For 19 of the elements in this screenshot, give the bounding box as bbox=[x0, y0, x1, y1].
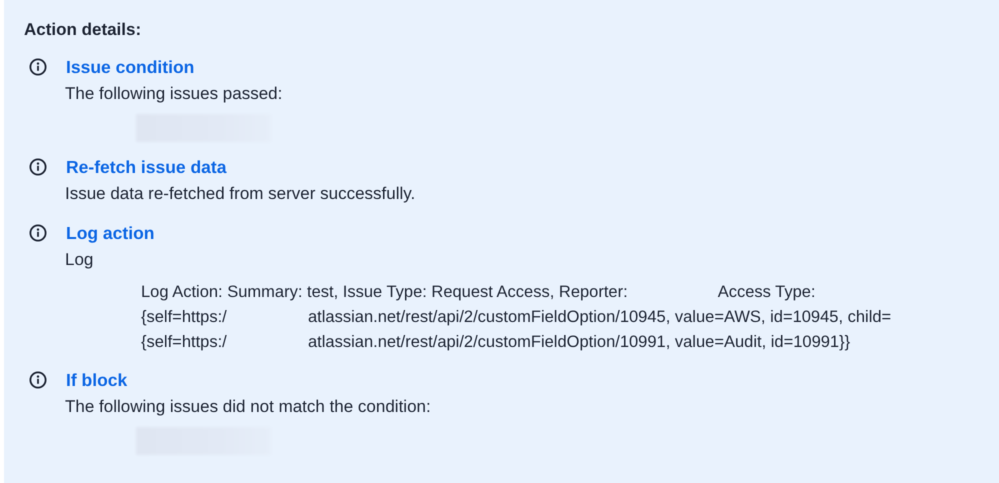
log-text: Access Type: bbox=[718, 282, 816, 303]
info-icon bbox=[29, 158, 47, 176]
action-message: The following issues passed: bbox=[64, 83, 284, 105]
action-message: Issue data re-fetched from server successfully. bbox=[64, 183, 416, 205]
info-icon bbox=[29, 224, 47, 242]
action-title-link[interactable]: Issue condition bbox=[66, 56, 194, 78]
action-title-link[interactable]: Log action bbox=[66, 222, 154, 244]
section-heading: Action details: bbox=[24, 19, 142, 41]
log-text: {self=https:/ bbox=[141, 307, 228, 328]
log-text: atlassian.net/rest/api/2/customFieldOption/10991, value=Audit, id=10991}} bbox=[308, 332, 850, 353]
action-title-link[interactable]: If block bbox=[66, 370, 128, 390]
info-icon bbox=[29, 371, 47, 389]
log-text: atlassian.net/rest/api/2/customFieldOption/10945, value=AWS, id=10945, child= bbox=[308, 307, 892, 328]
action-title-link[interactable]: Re-fetch issue data bbox=[66, 156, 226, 178]
info-icon bbox=[29, 58, 47, 76]
action-message: The following issues did not match the condition: bbox=[64, 396, 432, 418]
log-text: {self=https:/ bbox=[141, 332, 228, 353]
action-message: Log bbox=[64, 249, 94, 271]
log-text: Log Action: Summary: test, Issue Type: Request Access, Reporter: bbox=[141, 282, 628, 303]
